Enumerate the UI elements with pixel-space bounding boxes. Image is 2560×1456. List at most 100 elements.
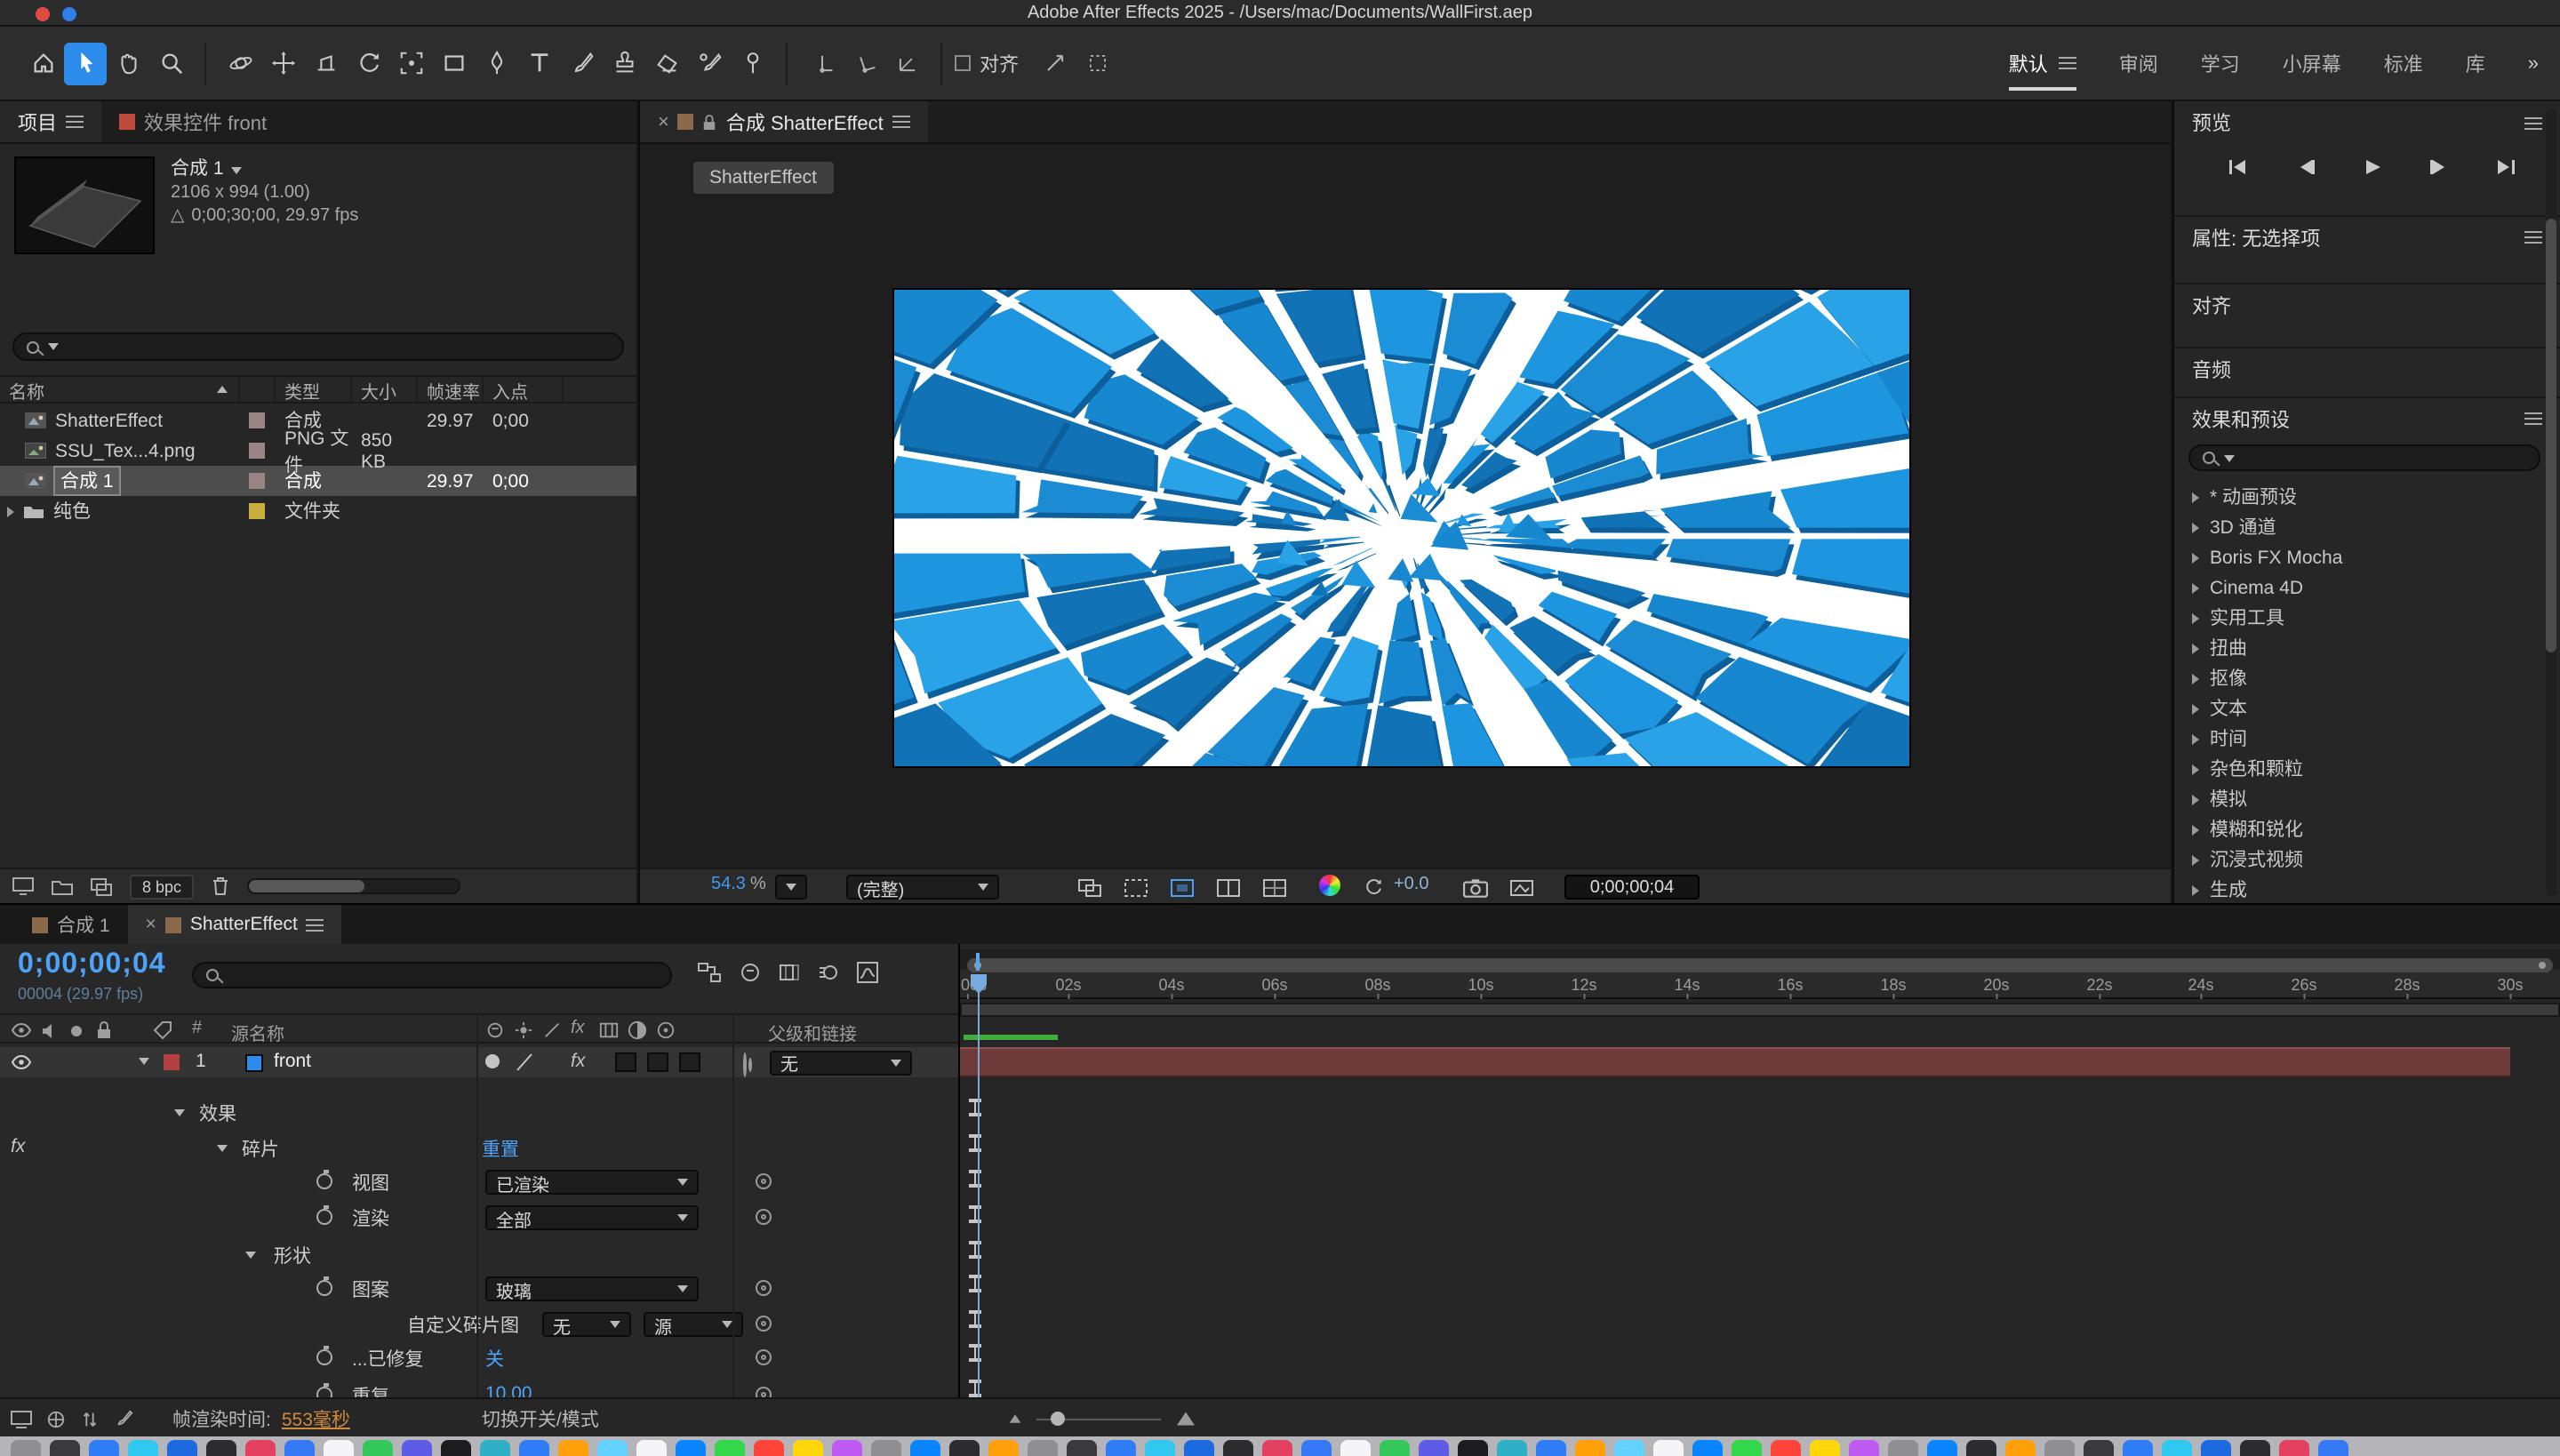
- column-name[interactable]: 名称: [0, 377, 240, 402]
- pickwhip-icon[interactable]: [756, 1173, 772, 1189]
- dock-app-icon[interactable]: [910, 1440, 940, 1456]
- dock-app-icon[interactable]: [2201, 1440, 2231, 1456]
- hand-tool[interactable]: [107, 42, 149, 84]
- dock-app-icon[interactable]: [676, 1440, 706, 1456]
- property-row-fixed[interactable]: ...已修复 关: [0, 1342, 958, 1374]
- close-tab-icon[interactable]: ×: [146, 914, 156, 935]
- property-row-view[interactable]: 视图 已渲染: [0, 1166, 958, 1198]
- frame-blend-icon[interactable]: [779, 962, 800, 983]
- color-depth-button[interactable]: 8 bpc: [130, 874, 194, 899]
- close-window-button[interactable]: [36, 6, 50, 20]
- quality-toggle[interactable]: [485, 1054, 500, 1068]
- label-color-swatch[interactable]: [249, 443, 265, 459]
- panel-menu-icon[interactable]: [66, 116, 84, 128]
- dock-app-icon[interactable]: [2084, 1440, 2114, 1456]
- interpret-footage-icon[interactable]: [12, 876, 34, 896]
- reset-exposure-icon[interactable]: [1355, 875, 1390, 900]
- layer-expand-caret[interactable]: [139, 1058, 149, 1065]
- transparency-grid-button[interactable]: [1211, 875, 1246, 900]
- sort-arrows-icon[interactable]: [80, 1409, 100, 1428]
- dock-app-icon[interactable]: [1810, 1440, 1840, 1456]
- workspace-default[interactable]: 默认: [2009, 49, 2076, 77]
- preview-header[interactable]: 预览: [2174, 101, 2560, 144]
- dock-app-icon[interactable]: [1458, 1440, 1488, 1456]
- work-area-bar[interactable]: [960, 1003, 2560, 1017]
- dock-app-icon[interactable]: [324, 1440, 354, 1456]
- quality-icon[interactable]: [542, 1020, 562, 1040]
- right-scrollbar[interactable]: [2546, 108, 2556, 896]
- chevron-down-icon[interactable]: [231, 166, 242, 173]
- effects-category[interactable]: * 动画预设: [2174, 482, 2535, 512]
- dock-app-icon[interactable]: [441, 1440, 471, 1456]
- project-scrollbar[interactable]: [247, 878, 460, 894]
- workspace-overflow-button[interactable]: »: [2528, 52, 2539, 74]
- play-button[interactable]: [2361, 158, 2382, 176]
- zoom-slider-knob[interactable]: [1051, 1412, 1065, 1426]
- zoom-dropdown[interactable]: [775, 875, 807, 900]
- custom-map-dropdown[interactable]: 无: [542, 1312, 631, 1337]
- layer-label-color[interactable]: [164, 1054, 180, 1070]
- home-tool[interactable]: [21, 42, 64, 84]
- last-frame-button[interactable]: [2494, 158, 2519, 176]
- dock-app-icon[interactable]: [1419, 1440, 1449, 1456]
- layer-fx-badge[interactable]: fx: [571, 1051, 585, 1072]
- tab-composition[interactable]: × 合成 ShatterEffect: [640, 101, 928, 142]
- dock-app-icon[interactable]: [2044, 1440, 2075, 1456]
- dock-app-icon[interactable]: [1067, 1440, 1097, 1456]
- comp-mini-flowchart-icon[interactable]: [697, 962, 722, 983]
- expand-caret[interactable]: [174, 1109, 185, 1116]
- composition-viewport[interactable]: [894, 290, 1909, 766]
- tab-effect-controls[interactable]: 效果控件 front: [101, 101, 284, 142]
- view-dropdown[interactable]: 已渲染: [485, 1170, 699, 1195]
- snap-options-button[interactable]: [1033, 42, 1076, 84]
- effects-category[interactable]: 3D 通道: [2174, 512, 2535, 542]
- dock-app-icon[interactable]: [949, 1440, 980, 1456]
- snap-scope-button[interactable]: [1076, 42, 1118, 84]
- pickwhip-icon[interactable]: [756, 1280, 772, 1296]
- current-time-indicator[interactable]: [978, 976, 980, 1397]
- source-name-column[interactable]: 源名称: [231, 1019, 284, 1045]
- parent-dropdown[interactable]: 无: [770, 1050, 912, 1075]
- dock-app-icon[interactable]: [167, 1440, 197, 1456]
- dock-app-icon[interactable]: [1106, 1440, 1136, 1456]
- dock-app-icon[interactable]: [480, 1440, 510, 1456]
- dock-app-icon[interactable]: [1145, 1440, 1175, 1456]
- chevron-down-icon[interactable]: [2224, 454, 2235, 461]
- effects-category[interactable]: 杂色和颗粒: [2174, 754, 2535, 784]
- mask-visibility-button[interactable]: [1118, 875, 1154, 900]
- parent-link-column[interactable]: 父级和链接: [768, 1019, 857, 1045]
- pen-tool[interactable]: [475, 42, 517, 84]
- solid-color-swatch[interactable]: [245, 1053, 263, 1071]
- resolution-dropdown[interactable]: (完整): [846, 875, 999, 900]
- effects-presets-header[interactable]: 效果和预设: [2174, 396, 2560, 439]
- effects-search-input[interactable]: [2188, 444, 2540, 471]
- audio-header[interactable]: 音频: [2174, 347, 2560, 389]
- orbit-camera-tool[interactable]: [219, 42, 261, 84]
- chevron-right-icon[interactable]: [7, 506, 14, 516]
- column-in[interactable]: 入点: [484, 377, 564, 402]
- dock-app-icon[interactable]: [128, 1440, 158, 1456]
- timeline-zoom-slider[interactable]: [1036, 1418, 1161, 1420]
- dock-app-icon[interactable]: [89, 1440, 119, 1456]
- new-composition-icon[interactable]: [91, 877, 112, 895]
- effects-category[interactable]: 扭曲: [2174, 633, 2535, 663]
- effects-category[interactable]: 抠像: [2174, 663, 2535, 693]
- dock-app-icon[interactable]: [1692, 1440, 1723, 1456]
- source-dropdown[interactable]: 源: [644, 1312, 743, 1337]
- dock-app-icon[interactable]: [636, 1440, 667, 1456]
- video-eye-icon[interactable]: [11, 1022, 32, 1038]
- adjustment-column-icon[interactable]: [656, 1020, 676, 1040]
- layer-visibility-eye[interactable]: [11, 1054, 32, 1070]
- dock-app-icon[interactable]: [597, 1440, 628, 1456]
- effects-category[interactable]: 生成: [2174, 875, 2535, 903]
- selection-tool[interactable]: [64, 42, 107, 84]
- rotate-tool[interactable]: [347, 42, 389, 84]
- comp-navigator-chip[interactable]: ShatterEffect: [693, 162, 833, 194]
- render-dropdown[interactable]: 全部: [485, 1205, 699, 1230]
- comp-name[interactable]: 合成 1: [171, 158, 224, 181]
- snapshot-camera-icon[interactable]: [1458, 875, 1493, 900]
- align-header[interactable]: 对齐: [2174, 283, 2560, 325]
- motion-blur-icon[interactable]: [818, 962, 839, 983]
- panel-menu-icon[interactable]: [892, 116, 910, 128]
- table-row[interactable]: 纯色 文件夹: [0, 496, 636, 526]
